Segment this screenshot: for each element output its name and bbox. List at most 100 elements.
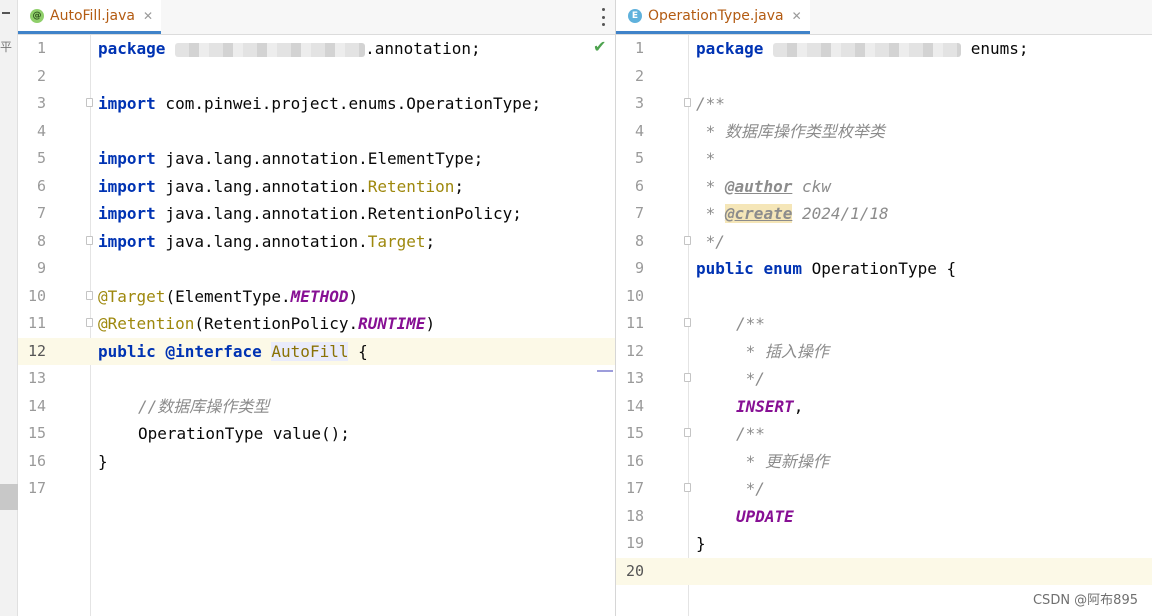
- fold-icon[interactable]: [684, 235, 691, 245]
- line-number: 12: [27, 341, 46, 360]
- line-number: 12: [625, 341, 644, 360]
- fold-icon[interactable]: [86, 98, 93, 107]
- fold-icon[interactable]: [684, 373, 691, 382]
- line-number: 4: [36, 121, 46, 140]
- doc-comment: * 插入操作: [736, 341, 829, 361]
- line-number: 15: [625, 424, 644, 442]
- scroll-handle[interactable]: [0, 484, 18, 510]
- keyword: import: [98, 231, 156, 251]
- code-line: 7 * @create 2024/1/18: [616, 200, 1152, 228]
- line-number: 14: [625, 396, 644, 415]
- doc-comment: *: [696, 149, 716, 168]
- doc-comment: * 更新操作: [736, 451, 829, 471]
- line-number: 16: [625, 451, 644, 470]
- tab-bar-left: @ AutoFill.java ✕: [18, 0, 615, 35]
- code-line-current: 12 public @interface AutoFill {: [18, 337, 615, 365]
- code-line: 5 import java.lang.annotation.ElementTyp…: [18, 145, 615, 173]
- tab-operationtype[interactable]: E OperationType.java ✕: [616, 0, 810, 34]
- line-number: 17: [625, 479, 644, 497]
- enum-constant: UPDATE: [736, 506, 794, 526]
- fold-icon[interactable]: [86, 290, 93, 300]
- annotation-file-icon: @: [30, 8, 44, 23]
- line-number: 7: [634, 204, 644, 222]
- code-line: 16 }: [18, 448, 615, 476]
- keyword: package: [696, 39, 764, 58]
- code-editor-right[interactable]: 1 package enums; 2 3 /** 4 * 数据库操作类型枚举类 …: [616, 35, 1152, 616]
- enum-constant: METHOD: [290, 286, 349, 306]
- close-icon[interactable]: ✕: [792, 9, 802, 23]
- code-line: 8 import java.lang.annotation.Target;: [18, 228, 615, 256]
- keyword: import: [98, 149, 156, 168]
- fold-icon[interactable]: [86, 235, 93, 245]
- collapse-icon[interactable]: [2, 12, 10, 14]
- code-line: 7 import java.lang.annotation.RetentionP…: [18, 200, 615, 228]
- doc-comment: *: [696, 176, 725, 196]
- doc-comment: * 数据库操作类型枚举类: [696, 121, 885, 141]
- line-number: 3: [36, 94, 46, 112]
- code-text: OperationType {: [801, 259, 957, 278]
- redacted-text: [773, 42, 962, 57]
- code-line: 18 UPDATE: [616, 503, 1152, 531]
- code-line: 17: [18, 475, 615, 503]
- doc-comment: /**: [696, 94, 725, 113]
- keyword: import: [98, 204, 156, 223]
- code-line: 4: [18, 118, 615, 146]
- code-line: 15 /**: [616, 420, 1152, 448]
- fold-icon[interactable]: [684, 98, 691, 107]
- fold-icon[interactable]: [86, 318, 93, 327]
- code-line: 14 //数据库操作类型: [18, 393, 615, 421]
- code-line: 11 /**: [616, 310, 1152, 338]
- line-number: 5: [36, 149, 46, 167]
- line-number: 16: [27, 451, 46, 470]
- code-line: 13: [18, 365, 615, 393]
- line-number: 14: [27, 396, 46, 415]
- line-number: 2: [36, 66, 46, 85]
- line-number: 5: [634, 149, 644, 167]
- line-number: 8: [634, 231, 644, 250]
- line-number: 13: [27, 369, 46, 387]
- code-line: 1 package enums;: [616, 35, 1152, 63]
- line-number: 6: [36, 176, 46, 195]
- code-line: 3 import com.pinwei.project.enums.Operat…: [18, 90, 615, 118]
- line-number: 15: [27, 424, 46, 442]
- keyword: @interface: [165, 341, 262, 361]
- keyword: public: [98, 341, 156, 361]
- line-number: 9: [634, 259, 644, 277]
- side-tool-strip: 平: [0, 0, 18, 616]
- tab-autofill[interactable]: @ AutoFill.java ✕: [18, 0, 162, 34]
- code-text: enums;: [970, 39, 1029, 58]
- line-number: 7: [36, 204, 46, 222]
- code-line: 1 package .annotation;: [18, 35, 615, 63]
- code-editor-left[interactable]: ✔ 1 package .annotation; 2 3 import com.…: [18, 35, 615, 616]
- code-text: ): [425, 314, 436, 333]
- code-line: 14 INSERT,: [616, 393, 1152, 421]
- code-line: 3 /**: [616, 90, 1152, 118]
- code-line: 19 }: [616, 530, 1152, 558]
- line-number: 2: [634, 66, 644, 85]
- doc-comment: */: [736, 479, 765, 498]
- line-number: 20: [625, 561, 644, 580]
- line-number: 9: [36, 259, 46, 277]
- keyword: public: [696, 259, 754, 278]
- close-icon[interactable]: ✕: [143, 9, 153, 23]
- code-text: }: [696, 534, 706, 553]
- enum-constant: RUNTIME: [358, 314, 426, 333]
- more-options-icon[interactable]: [599, 8, 607, 26]
- line-number: 17: [27, 479, 46, 497]
- enum-file-icon: E: [628, 8, 642, 23]
- enum-constant: INSERT: [736, 396, 794, 416]
- code-text: com.pinwei.project.enums.OperationType;: [155, 94, 542, 113]
- fold-icon[interactable]: [684, 483, 691, 492]
- code-text: }: [98, 451, 108, 471]
- doc-comment: ckw: [792, 176, 831, 196]
- fold-icon[interactable]: [684, 318, 691, 327]
- code-line-current: 20: [616, 557, 1152, 585]
- line-number: 10: [27, 286, 46, 305]
- doc-comment: 2024/1/18: [792, 204, 889, 223]
- annotation: @Target: [98, 286, 166, 306]
- fold-icon[interactable]: [684, 428, 691, 437]
- watermark: CSDN @阿布895: [1032, 593, 1138, 608]
- doc-comment: /**: [736, 314, 765, 333]
- code-line: 8 */: [616, 228, 1152, 256]
- side-strip-label: 平: [0, 40, 13, 54]
